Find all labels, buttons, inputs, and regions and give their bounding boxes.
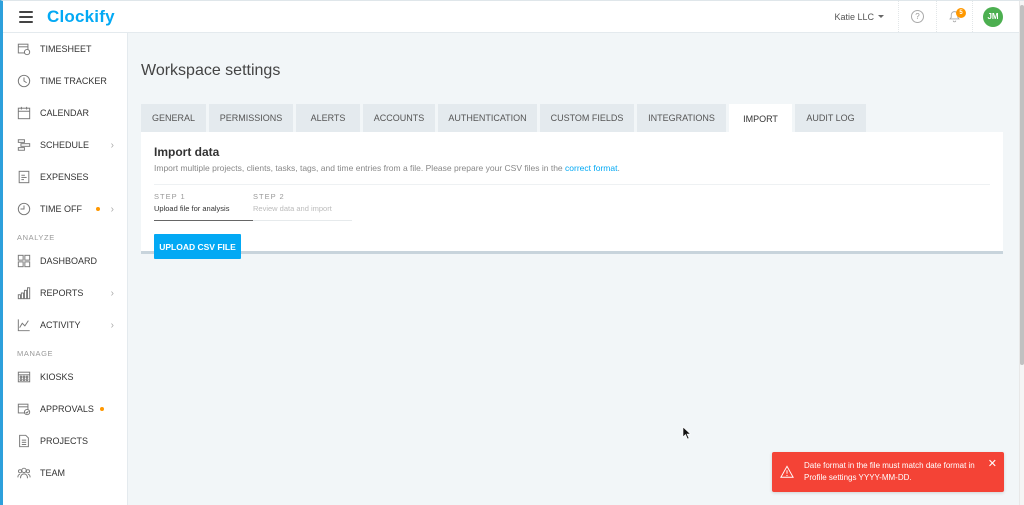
step-description: Review data and import (253, 204, 332, 213)
page-scrollbar[interactable] (1019, 1, 1024, 505)
sidebar-item-label: TIME OFF (40, 204, 82, 214)
sidebar-item-time-off[interactable]: TIME OFF › (3, 193, 127, 225)
tab-authentication[interactable]: AUTHENTICATION (438, 104, 537, 132)
caret-down-icon (878, 15, 884, 18)
sidebar-item-label: APPROVALS (40, 404, 94, 414)
notifications-button[interactable]: 5 (937, 1, 973, 32)
sidebar-item-label: CALENDAR (40, 108, 90, 118)
clockify-logo[interactable]: Clockify (47, 7, 115, 27)
step-description: Upload file for analysis (154, 204, 230, 213)
scrollbar-thumb[interactable] (1020, 5, 1024, 365)
sidebar-item-calendar[interactable]: CALENDAR (3, 97, 127, 129)
sidebar-item-activity[interactable]: ACTIVITY › (3, 309, 127, 341)
timesheet-icon (17, 42, 31, 56)
sidebar-item-reports[interactable]: REPORTS › (3, 277, 127, 309)
section-label-manage: MANAGE (17, 349, 54, 358)
settings-tabs: GENERAL PERMISSIONS ALERTS ACCOUNTS AUTH… (141, 104, 1003, 133)
correct-format-link[interactable]: correct format (565, 163, 617, 173)
sidebar-item-schedule[interactable]: SCHEDULE › (3, 129, 127, 161)
page-title: Workspace settings (141, 62, 281, 79)
tab-alerts[interactable]: ALERTS (296, 104, 360, 132)
approvals-icon (17, 402, 31, 416)
sidebar-item-label: TIME TRACKER (40, 76, 107, 86)
divider (154, 184, 990, 185)
import-heading: Import data (154, 145, 220, 159)
tab-accounts[interactable]: ACCOUNTS (363, 104, 435, 132)
dashboard-icon (17, 254, 31, 268)
sidebar: TIMESHEET TIME TRACKER CALENDAR SCHEDULE… (3, 33, 128, 505)
receipt-icon (17, 170, 31, 184)
sidebar-item-team[interactable]: TEAM (3, 457, 127, 489)
description-suffix: . (617, 163, 620, 173)
section-label-analyze: ANALYZE (17, 233, 55, 242)
sidebar-item-time-tracker[interactable]: TIME TRACKER (3, 65, 127, 97)
step-1: STEP 1 Upload file for analysis (154, 192, 253, 221)
help-icon: ? (911, 10, 924, 23)
calendar-icon (17, 106, 31, 120)
upload-csv-button[interactable]: UPLOAD CSV FILE (154, 234, 241, 259)
workspace-switcher[interactable]: Katie LLC (820, 1, 899, 32)
avatar[interactable]: JM (983, 6, 1003, 27)
sidebar-item-label: REPORTS (40, 288, 84, 298)
activity-icon (17, 318, 31, 332)
team-icon (17, 466, 31, 480)
chevron-right-icon: › (110, 319, 114, 331)
step-number: STEP 1 (154, 192, 186, 201)
notification-dot (96, 207, 100, 211)
tab-audit-log[interactable]: AUDIT LOG (795, 104, 866, 132)
tab-import[interactable]: IMPORT (729, 104, 792, 133)
top-bar: Clockify Katie LLC ? 5 JM (3, 1, 1019, 33)
sidebar-item-timesheet[interactable]: TIMESHEET (3, 33, 127, 65)
sidebar-item-expenses[interactable]: EXPENSES (3, 161, 127, 193)
warning-icon (780, 465, 794, 478)
projects-icon (17, 434, 31, 448)
chevron-right-icon: › (110, 139, 114, 151)
chevron-right-icon: › (110, 203, 114, 215)
sidebar-item-label: EXPENSES (40, 172, 89, 182)
tab-permissions[interactable]: PERMISSIONS (209, 104, 293, 132)
sidebar-item-label: TEAM (40, 468, 66, 478)
reports-icon (17, 286, 31, 300)
sidebar-item-label: ACTIVITY (40, 320, 81, 330)
sidebar-item-approvals[interactable]: APPROVALS (3, 393, 127, 425)
help-button[interactable]: ? (899, 1, 937, 32)
clock-icon (17, 74, 31, 88)
menu-icon[interactable] (19, 10, 33, 23)
workspace-name: Katie LLC (834, 11, 874, 22)
description-text: Import multiple projects, clients, tasks… (154, 163, 566, 173)
import-steps: STEP 1 Upload file for analysis STEP 2 R… (154, 192, 990, 221)
step-2: STEP 2 Review data and import (253, 192, 352, 221)
schedule-icon (17, 138, 31, 152)
notification-badge: 5 (956, 8, 966, 18)
sidebar-item-dashboard[interactable]: DASHBOARD (3, 245, 127, 277)
main-content: Workspace settings GENERAL PERMISSIONS A… (141, 33, 1003, 259)
sidebar-item-label: TIMESHEET (40, 44, 92, 54)
kiosk-icon (17, 370, 31, 384)
close-icon[interactable]: ✕ (988, 457, 997, 470)
sidebar-item-label: KIOSKS (40, 372, 74, 382)
sidebar-item-label: SCHEDULE (40, 140, 90, 150)
sidebar-item-projects[interactable]: PROJECTS (3, 425, 127, 457)
chevron-right-icon: › (110, 287, 114, 299)
error-toast: Date format in the file must match date … (772, 452, 1004, 492)
tab-custom-fields[interactable]: CUSTOM FIELDS (540, 104, 634, 132)
sidebar-item-kiosks[interactable]: KIOSKS (3, 361, 127, 393)
tab-integrations[interactable]: INTEGRATIONS (637, 104, 726, 132)
toast-message: Date format in the file must match date … (804, 461, 975, 482)
notification-dot (100, 407, 104, 411)
step-number: STEP 2 (253, 192, 285, 201)
mouse-cursor-icon (682, 426, 692, 440)
sidebar-item-label: DASHBOARD (40, 256, 98, 266)
time-off-icon (17, 202, 31, 216)
sidebar-item-label: PROJECTS (40, 436, 89, 446)
import-description: Import multiple projects, clients, tasks… (154, 163, 990, 173)
import-panel: Import data Import multiple projects, cl… (141, 132, 1003, 259)
tab-general[interactable]: GENERAL (141, 104, 206, 132)
